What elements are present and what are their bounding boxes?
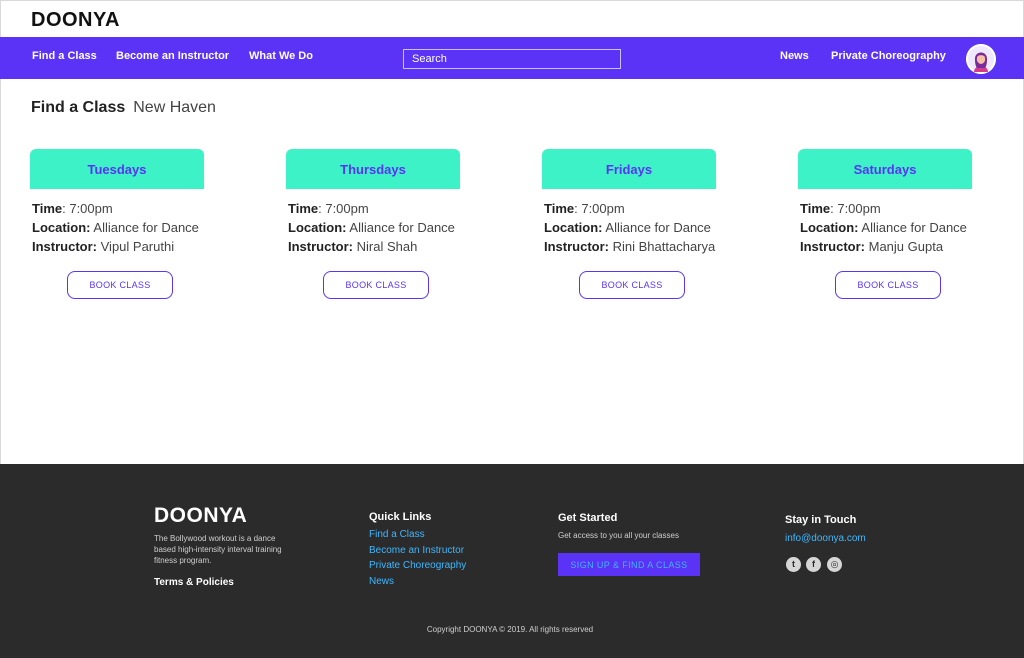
day-tab: Tuesdays <box>30 149 204 189</box>
footer-tagline: The Bollywood workout is a dance based h… <box>154 534 282 565</box>
page-title: Find a Class New Haven <box>31 99 216 117</box>
footer-link-news[interactable]: News <box>369 576 394 587</box>
footer: DOONYA The Bollywood workout is a dance … <box>0 464 1024 658</box>
instagram-icon[interactable]: ◎ <box>827 557 842 572</box>
book-class-button[interactable]: BOOK CLASS <box>579 271 685 299</box>
book-class-button[interactable]: BOOK CLASS <box>323 271 429 299</box>
footer-link-private-choreography[interactable]: Private Choreography <box>369 560 466 571</box>
brand-bar: DOONYA <box>0 0 1024 37</box>
class-time: Time: 7:00pm <box>32 201 113 216</box>
city-name: New Haven <box>133 99 216 116</box>
book-class-button[interactable]: BOOK CLASS <box>67 271 173 299</box>
copyright-text: Copyright DOONYA © 2019. All rights rese… <box>426 625 594 634</box>
main-nav: Find a Class Become an Instructor What W… <box>0 37 1024 79</box>
footer-logo[interactable]: DOONYA <box>154 504 247 528</box>
nav-become-an-instructor[interactable]: Become an Instructor <box>116 50 229 62</box>
terms-policies-link[interactable]: Terms & Policies <box>154 577 234 588</box>
quick-links-heading: Quick Links <box>369 511 432 523</box>
get-started-subtext: Get access to you all your classes <box>558 531 679 540</box>
user-avatar-icon <box>966 44 996 74</box>
class-time: Time: 7:00pm <box>800 201 881 216</box>
class-card-thursdays: Thursdays Time: 7:00pm Location: Allianc… <box>286 149 486 309</box>
footer-link-become-an-instructor[interactable]: Become an Instructor <box>369 545 464 556</box>
doonya-logo[interactable]: DOONYA <box>31 9 120 32</box>
nav-find-a-class[interactable]: Find a Class <box>32 50 97 62</box>
day-tab: Fridays <box>542 149 716 189</box>
twitter-icon[interactable]: t <box>786 557 801 572</box>
page-title-text: Find a Class <box>31 99 126 116</box>
class-time: Time: 7:00pm <box>544 201 625 216</box>
class-instructor: Instructor: Niral Shah <box>288 239 418 254</box>
user-avatar[interactable] <box>966 44 996 74</box>
class-instructor: Instructor: Vipul Paruthi <box>32 239 175 254</box>
facebook-icon[interactable]: f <box>806 557 821 572</box>
class-location: Location: Alliance for Dance <box>544 220 711 235</box>
signup-find-class-button[interactable]: SIGN UP & FIND A CLASS <box>558 553 700 576</box>
search-input[interactable] <box>403 49 621 69</box>
class-card-tuesdays: Tuesdays Time: 7:00pm Location: Alliance… <box>30 149 230 309</box>
book-class-button[interactable]: BOOK CLASS <box>835 271 941 299</box>
class-card-saturdays: Saturdays Time: 7:00pm Location: Allianc… <box>798 149 998 309</box>
class-location: Location: Alliance for Dance <box>32 220 199 235</box>
day-tab: Thursdays <box>286 149 460 189</box>
class-instructor: Instructor: Rini Bhattacharya <box>544 239 716 254</box>
class-location: Location: Alliance for Dance <box>800 220 967 235</box>
class-location: Location: Alliance for Dance <box>288 220 455 235</box>
get-started-heading: Get Started <box>558 512 618 524</box>
class-instructor: Instructor: Manju Gupta <box>800 239 944 254</box>
nav-news[interactable]: News <box>780 50 809 62</box>
contact-email-link[interactable]: info@doonya.com <box>785 533 866 544</box>
class-time: Time: 7:00pm <box>288 201 369 216</box>
nav-private-choreography[interactable]: Private Choreography <box>831 50 946 62</box>
stay-in-touch-heading: Stay in Touch <box>785 514 857 526</box>
day-tab: Saturdays <box>798 149 972 189</box>
footer-link-find-a-class[interactable]: Find a Class <box>369 529 425 540</box>
nav-what-we-do[interactable]: What We Do <box>249 50 313 62</box>
class-card-fridays: Fridays Time: 7:00pm Location: Alliance … <box>542 149 742 309</box>
